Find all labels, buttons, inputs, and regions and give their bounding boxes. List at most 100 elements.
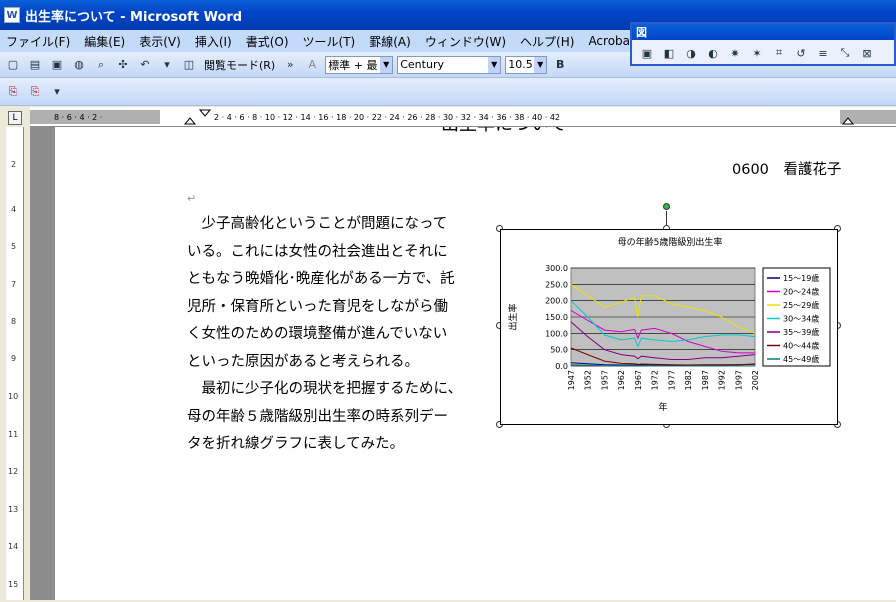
body-line-9: タを折れ線グラフに表してみた。 bbox=[187, 436, 405, 452]
text-wrapping-icon[interactable]: ⊠ bbox=[858, 44, 876, 62]
x-tick-label: 1967 bbox=[634, 370, 643, 390]
word-app-icon: W bbox=[4, 7, 20, 23]
horizontal-ruler-marks: 8 · 6 · 4 · 2 · 2 · 4 · 6 · 8 · 10 · 12 … bbox=[30, 109, 896, 125]
document-page[interactable]: 出生率について 0600 看護花子 ↵ 少子高齢化ということが問題になって いる… bbox=[55, 127, 896, 600]
more-brightness-icon[interactable]: ✷ bbox=[726, 44, 744, 62]
y-tick-label: 0.0 bbox=[555, 362, 568, 371]
menu-edit[interactable]: 編集(E) bbox=[84, 33, 125, 50]
crop-icon[interactable]: ⌗ bbox=[770, 44, 788, 62]
open-folder-icon[interactable]: ▤ bbox=[26, 56, 44, 74]
svg-text:11: 11 bbox=[8, 430, 18, 439]
legend-label: 35～39歳 bbox=[783, 327, 819, 337]
toolbar-chevron-icon[interactable]: ▾ bbox=[48, 83, 66, 101]
svg-text:4: 4 bbox=[11, 205, 16, 214]
paragraph-mark: ↵ bbox=[187, 192, 197, 205]
svg-text:2 · 4 · 6 · 8 · 10 · 12 · 14 ·: 2 · 4 · 6 · 8 · 10 · 12 · 14 · 16 · 18 ·… bbox=[214, 113, 560, 122]
line-style-icon[interactable]: ≡ bbox=[814, 44, 832, 62]
document-heading-partial: 出生率について bbox=[441, 127, 566, 139]
font-dropdown-icon[interactable]: ▼ bbox=[488, 56, 501, 73]
font-select[interactable]: Century ▼ bbox=[397, 55, 502, 74]
menu-help[interactable]: ヘルプ(H) bbox=[520, 33, 574, 50]
style-dropdown-icon[interactable]: ▼ bbox=[380, 56, 393, 73]
read-icon[interactable]: ◫ bbox=[180, 56, 198, 74]
svg-text:8 · 6 · 4 · 2 ·: 8 · 6 · 4 · 2 · bbox=[54, 113, 102, 122]
style-select-value: 標準 + 最 bbox=[328, 58, 378, 72]
font-select-value: Century bbox=[400, 58, 444, 71]
undo-icon[interactable]: ↶ bbox=[136, 56, 154, 74]
menu-insert[interactable]: 挿入(I) bbox=[195, 33, 232, 50]
x-tick-label: 1952 bbox=[584, 370, 593, 390]
x-tick-label: 1977 bbox=[667, 370, 676, 390]
legend-label: 25～29歳 bbox=[783, 300, 819, 310]
chart-title: 母の年齢5歳階級別出生率 bbox=[618, 236, 723, 248]
x-tick-label: 1987 bbox=[701, 370, 710, 390]
line-chart: 母の年齢5歳階級別出生率 300.0 250.0 200.0 150.0 100.0 50.… bbox=[507, 236, 831, 413]
y-tick-label: 250.0 bbox=[545, 280, 568, 289]
legend-label: 30～34歳 bbox=[783, 314, 819, 324]
body-line-6: といった原因があると考えられる。 bbox=[187, 353, 419, 370]
x-tick-label: 2002 bbox=[751, 370, 760, 390]
picture-toolbar[interactable]: 図 ▣ ◧ ◑ ◐ ✷ ✶ ⌗ ↺ ≡ ⤡ ⊠ bbox=[630, 22, 896, 66]
svg-text:2: 2 bbox=[11, 160, 16, 169]
x-tick-label: 1962 bbox=[617, 370, 626, 390]
bold-icon[interactable]: B bbox=[551, 56, 569, 74]
y-tick-label: 100.0 bbox=[545, 329, 568, 338]
y-tick-label: 150.0 bbox=[545, 313, 568, 322]
style-select[interactable]: 標準 + 最 ▼ bbox=[325, 55, 394, 74]
svg-text:10: 10 bbox=[8, 392, 18, 401]
styles-icon[interactable]: A bbox=[303, 56, 321, 74]
color-icon[interactable]: ◧ bbox=[660, 44, 678, 62]
y-tick-label: 50.0 bbox=[550, 346, 568, 355]
menu-window[interactable]: ウィンドウ(W) bbox=[425, 33, 506, 50]
font-size-value: 10.5 bbox=[508, 58, 533, 71]
x-tick-label: 1947 bbox=[567, 370, 576, 390]
menu-file[interactable]: ファイル(F) bbox=[6, 33, 70, 50]
font-size-dropdown-icon[interactable]: ▼ bbox=[534, 56, 547, 73]
pdf-mail-icon[interactable]: ⎘ bbox=[26, 83, 44, 101]
undo-dropdown-icon[interactable]: ▾ bbox=[158, 56, 176, 74]
more-contrast-icon[interactable]: ◑ bbox=[682, 44, 700, 62]
menu-tools[interactable]: ツール(T) bbox=[303, 33, 356, 50]
legend-label: 40～44歳 bbox=[783, 341, 819, 351]
insert-picture-icon[interactable]: ▣ bbox=[638, 44, 656, 62]
less-brightness-icon[interactable]: ✶ bbox=[748, 44, 766, 62]
legend-label: 15～19歳 bbox=[783, 273, 819, 283]
font-size-select[interactable]: 10.5 ▼ bbox=[505, 55, 548, 74]
legend-label: 45～49歳 bbox=[783, 354, 819, 364]
tab-selector-button[interactable]: L bbox=[8, 111, 22, 125]
svg-text:8: 8 bbox=[11, 317, 16, 326]
embedded-chart[interactable]: 母の年齢5歳階級別出生率 300.0 250.0 200.0 150.0 100.0 50.… bbox=[500, 229, 838, 425]
rotation-handle[interactable] bbox=[663, 203, 670, 210]
menu-format[interactable]: 書式(O) bbox=[246, 33, 289, 50]
body-line-7: 最初に少子化の現状を把握するために、 bbox=[187, 381, 463, 397]
toolbar-options-icon[interactable]: » bbox=[281, 56, 299, 74]
save-icon[interactable]: ▣ bbox=[48, 56, 66, 74]
permission-icon[interactable]: ◍ bbox=[70, 56, 88, 74]
svg-text:15: 15 bbox=[8, 580, 18, 589]
horizontal-ruler[interactable]: 8 · 6 · 4 · 2 · 2 · 4 · 6 · 8 · 10 · 12 … bbox=[30, 107, 896, 127]
body-line-3: ともなう晩婚化･晩産化がある一方で、託 bbox=[187, 271, 455, 287]
research-icon[interactable]: ✣ bbox=[114, 56, 132, 74]
svg-text:14: 14 bbox=[8, 542, 18, 551]
rotate-icon[interactable]: ↺ bbox=[792, 44, 810, 62]
acrobat-toolbar: ⎘ ⎘ ▾ bbox=[0, 78, 896, 106]
vertical-ruler[interactable]: 2 4 5 7 8 9 10 11 12 13 14 15 bbox=[6, 127, 24, 600]
print-preview-icon[interactable]: ⌕ bbox=[92, 56, 110, 74]
y-tick-label: 300.0 bbox=[545, 264, 568, 273]
body-line-8: 母の年齢５歳階級別出生率の時系列デー bbox=[187, 408, 448, 425]
svg-text:9: 9 bbox=[11, 354, 16, 363]
legend-label: 20～24歳 bbox=[783, 287, 819, 297]
menu-table[interactable]: 罫線(A) bbox=[369, 33, 411, 50]
y-axis-label: 出生率 bbox=[507, 303, 519, 330]
menu-view[interactable]: 表示(V) bbox=[139, 33, 181, 50]
reading-mode-button[interactable]: 閲覧モード(R) bbox=[202, 57, 277, 73]
body-line-1: 少子高齢化ということが問題になって bbox=[187, 216, 448, 232]
pdf-convert-icon[interactable]: ⎘ bbox=[4, 83, 22, 101]
y-tick-label: 200.0 bbox=[545, 297, 568, 306]
body-line-4: 児所・保育所といった育児をしながら働 bbox=[187, 298, 448, 315]
less-contrast-icon[interactable]: ◐ bbox=[704, 44, 722, 62]
body-paragraph: 少子高齢化ということが問題になって いる。これには女性の社会進出とそれに ともな… bbox=[187, 211, 487, 459]
new-document-icon[interactable]: ▢ bbox=[4, 56, 22, 74]
compress-icon[interactable]: ⤡ bbox=[836, 44, 854, 62]
body-line-5: く女性のための環境整備が進んでいない bbox=[187, 326, 448, 342]
